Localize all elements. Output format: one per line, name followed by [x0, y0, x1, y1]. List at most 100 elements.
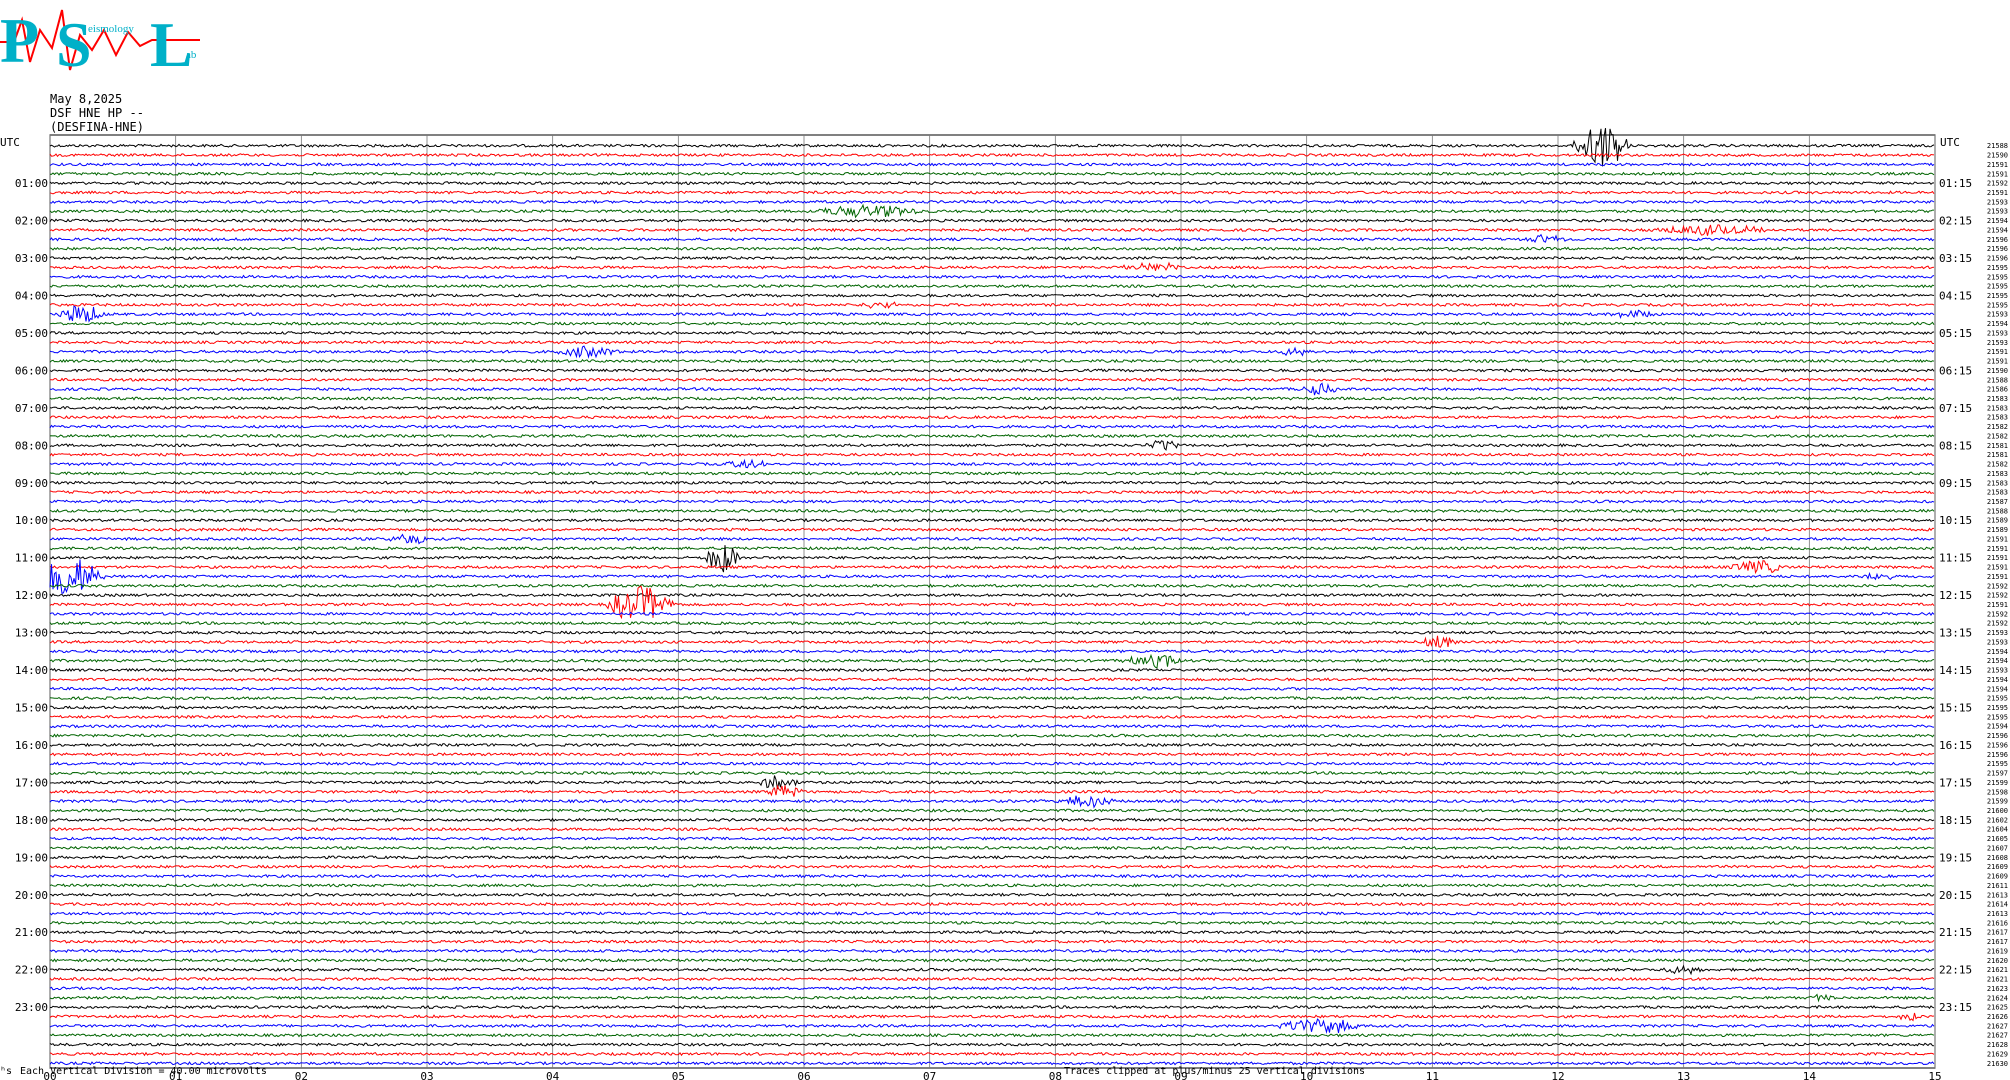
hour-label-left-9: 10:00 [15, 514, 48, 527]
row-count-31: 21582 [1987, 432, 2008, 440]
trace-row-65 [49, 752, 1935, 757]
row-count-92: 21625 [1987, 1004, 2008, 1012]
row-count-37: 21583 [1987, 489, 2008, 497]
trace-row-92 [49, 1004, 1935, 1010]
trace-row-64 [49, 742, 1934, 748]
hour-label-left-8: 09:00 [15, 477, 48, 490]
trace-row-22 [49, 345, 1935, 359]
row-count-39: 21588 [1987, 507, 2008, 515]
hour-label-right-15: 16:15 [1939, 739, 1972, 752]
row-count-0: 21588 [1987, 142, 2008, 150]
hour-label-right-16: 17:15 [1939, 776, 1972, 789]
row-count-80: 21613 [1987, 891, 2008, 899]
row-count-87: 21620 [1987, 957, 2008, 965]
trace-row-59 [49, 695, 1935, 701]
trace-row-13 [49, 261, 1935, 271]
row-count-96: 21628 [1987, 1041, 2008, 1049]
plot-frame [49, 134, 1936, 1069]
trace-row-78 [50, 873, 1935, 879]
hour-label-right-21: 22:15 [1939, 964, 1972, 977]
trace-row-74 [49, 836, 1935, 841]
row-count-89: 21621 [1987, 976, 2008, 984]
hour-label-left-19: 20:00 [15, 889, 48, 902]
hour-label-left-6: 07:00 [15, 402, 48, 415]
trace-row-35 [49, 471, 1935, 476]
trace-row-39 [49, 508, 1935, 514]
hour-label-right-12: 13:15 [1939, 627, 1972, 640]
trace-row-75 [49, 845, 1935, 851]
row-count-53: 21593 [1987, 638, 2008, 646]
x-tick-label-14: 14 [1803, 1070, 1817, 1080]
row-count-15: 21595 [1987, 283, 2008, 291]
row-count-75: 21607 [1987, 844, 2008, 852]
row-count-97: 21629 [1987, 1050, 2008, 1058]
trace-row-46 [49, 559, 1935, 595]
trace-row-50 [49, 611, 1935, 617]
row-count-22: 21591 [1987, 348, 2008, 356]
hour-label-left-17: 18:00 [15, 814, 48, 827]
row-count-93: 21626 [1987, 1013, 2008, 1021]
hour-label-left-15: 16:00 [15, 739, 48, 752]
trace-row-98 [49, 1061, 1935, 1066]
row-count-42: 21591 [1987, 535, 2008, 543]
row-count-27: 21583 [1987, 395, 2008, 403]
hour-label-right-9: 10:15 [1939, 514, 1972, 527]
x-tick-label-07: 07 [923, 1070, 936, 1080]
trace-row-67 [49, 770, 1935, 776]
x-tick-label-03: 03 [420, 1070, 433, 1080]
hour-label-right-6: 07:15 [1939, 402, 1972, 415]
row-count-65: 21596 [1987, 751, 2008, 759]
trace-row-27 [49, 396, 1935, 401]
row-count-3: 21591 [1987, 170, 2008, 178]
row-count-98: 21630 [1987, 1060, 2008, 1068]
trace-row-37 [49, 489, 1935, 495]
trace-row-71 [49, 808, 1935, 813]
row-count-6: 21593 [1987, 198, 2008, 206]
hour-label-right-1: 02:15 [1939, 215, 1972, 228]
row-count-78: 21609 [1987, 873, 2008, 881]
row-count-64: 21596 [1987, 741, 2008, 749]
row-count-68: 21599 [1987, 779, 2008, 787]
row-count-14: 21595 [1987, 273, 2008, 281]
trace-row-93 [49, 1012, 1935, 1022]
hour-label-left-5: 06:00 [15, 364, 48, 377]
trace-row-2 [49, 162, 1935, 167]
trace-row-1 [49, 152, 1935, 158]
row-count-9: 21594 [1987, 226, 2008, 234]
hour-label-right-0: 01:15 [1939, 177, 1972, 190]
hour-label-right-10: 11:15 [1939, 552, 1972, 565]
trace-row-23 [49, 358, 1935, 364]
row-count-30: 21582 [1987, 423, 2008, 431]
x-tick-label-15: 15 [1928, 1070, 1941, 1080]
row-count-81: 21614 [1987, 901, 2008, 909]
row-count-2: 21591 [1987, 161, 2008, 169]
row-count-88: 21621 [1987, 966, 2008, 974]
row-count-54: 21594 [1987, 648, 2008, 656]
trace-row-6 [49, 199, 1935, 205]
row-count-56: 21593 [1987, 667, 2008, 675]
row-count-63: 21596 [1987, 732, 2008, 740]
hour-label-right-8: 09:15 [1939, 477, 1972, 490]
hour-label-right-13: 14:15 [1939, 664, 1972, 677]
hour-label-left-3: 04:00 [15, 290, 48, 303]
trace-row-3 [49, 171, 1935, 177]
row-count-13: 21595 [1987, 264, 2008, 272]
hour-label-right-18: 19:15 [1939, 851, 1972, 864]
trace-row-68 [49, 775, 1935, 790]
trace-row-54 [49, 649, 1935, 654]
row-count-69: 21598 [1987, 788, 2008, 796]
trace-row-12 [49, 255, 1935, 261]
row-count-17: 21595 [1987, 301, 2008, 309]
trace-row-55 [49, 653, 1935, 669]
hour-label-left-22: 23:00 [15, 1001, 48, 1014]
row-count-18: 21593 [1987, 311, 2008, 319]
hour-label-right-17: 18:15 [1939, 814, 1972, 827]
hour-label-left-2: 03:00 [15, 252, 48, 265]
trace-row-21 [49, 340, 1934, 345]
trace-row-81 [49, 901, 1935, 907]
trace-row-57 [49, 677, 1935, 682]
row-count-59: 21595 [1987, 695, 2008, 703]
row-count-20: 21593 [1987, 329, 2008, 337]
row-count-55: 21594 [1987, 657, 2008, 665]
trace-row-31 [49, 433, 1935, 439]
